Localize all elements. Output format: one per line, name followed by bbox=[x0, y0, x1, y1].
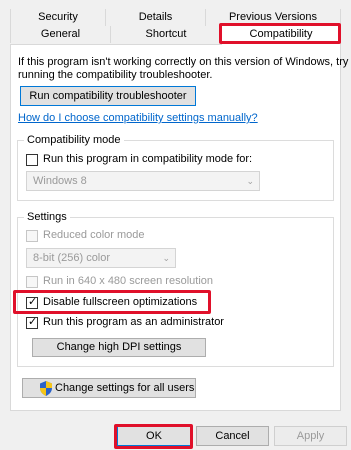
tab-security[interactable]: Security bbox=[10, 9, 105, 26]
settings-group: Settings Reduced color mode 8-bit (256) … bbox=[17, 211, 334, 367]
checkmark-icon: ✓ bbox=[28, 316, 38, 328]
intro-text-line2: running the compatibility troubleshooter… bbox=[18, 69, 213, 81]
cancel-button[interactable]: Cancel bbox=[196, 426, 269, 446]
tab-general[interactable]: General bbox=[10, 26, 110, 43]
compatibility-os-value: Windows 8 bbox=[33, 175, 87, 187]
compatibility-panel: If this program isn't working correctly … bbox=[10, 44, 348, 411]
color-depth-value: 8-bit (256) color bbox=[33, 252, 111, 264]
tab-shortcut[interactable]: Shortcut bbox=[110, 26, 221, 43]
run-640-checkbox[interactable] bbox=[26, 276, 38, 288]
intro-text-line1: If this program isn't working correctly … bbox=[18, 56, 349, 68]
compatibility-mode-title: Compatibility mode bbox=[24, 134, 124, 147]
reduced-color-checkbox[interactable] bbox=[26, 230, 38, 242]
tab-compatibility[interactable]: Compatibility bbox=[221, 24, 341, 45]
disable-fullscreen-checkbox[interactable]: ✓ bbox=[26, 296, 38, 309]
reduced-color-label: Reduced color mode bbox=[43, 229, 145, 241]
compatibility-mode-group: Compatibility mode Run this program in c… bbox=[17, 134, 334, 201]
chevron-down-icon: ⌄ bbox=[246, 176, 254, 186]
change-all-users-label: Change settings for all users bbox=[55, 382, 195, 394]
chevron-down-icon: ⌄ bbox=[162, 253, 170, 263]
apply-button[interactable]: Apply bbox=[274, 426, 347, 446]
change-all-users-button[interactable]: Change settings for all users bbox=[22, 378, 196, 398]
compatibility-os-select[interactable]: Windows 8 ⌄ bbox=[26, 171, 260, 191]
run-640-label: Run in 640 x 480 screen resolution bbox=[43, 275, 213, 287]
compatibility-mode-checkbox[interactable] bbox=[26, 154, 38, 166]
run-as-admin-label: Run this program as an administrator bbox=[43, 316, 224, 328]
run-as-admin-checkbox[interactable]: ✓ bbox=[26, 316, 38, 329]
settings-title: Settings bbox=[24, 211, 70, 224]
color-depth-select[interactable]: 8-bit (256) color ⌄ bbox=[26, 248, 176, 268]
checkmark-icon: ✓ bbox=[28, 296, 38, 308]
change-high-dpi-button[interactable]: Change high DPI settings bbox=[32, 338, 206, 357]
ok-button[interactable]: OK bbox=[117, 426, 191, 446]
manual-settings-link[interactable]: How do I choose compatibility settings m… bbox=[18, 112, 258, 124]
disable-fullscreen-label: Disable fullscreen optimizations bbox=[43, 296, 198, 308]
tab-details[interactable]: Details bbox=[105, 9, 205, 26]
compatibility-mode-label: Run this program in compatibility mode f… bbox=[43, 153, 253, 165]
run-troubleshooter-button[interactable]: Run compatibility troubleshooter bbox=[20, 86, 196, 106]
uac-shield-icon bbox=[40, 381, 52, 396]
